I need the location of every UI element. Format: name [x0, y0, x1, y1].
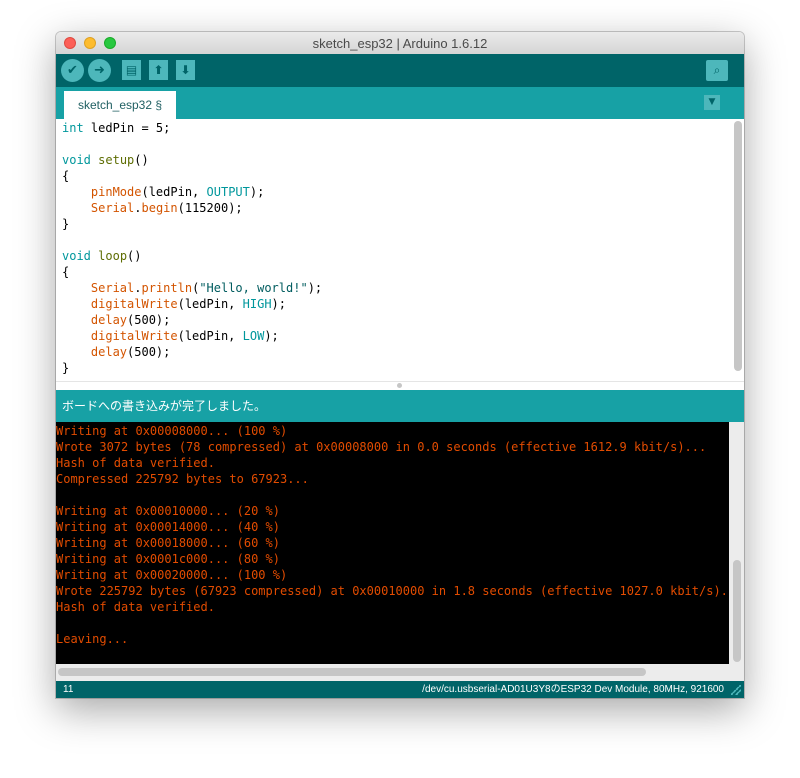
open-sketch-button[interactable]: ⬆ [149, 60, 168, 80]
console-line: Writing at 0x00014000... (40 %) [56, 520, 280, 534]
checkmark-icon: ✔ [67, 63, 78, 78]
code-line: { [62, 265, 70, 279]
arduino-window: sketch_esp32 | Arduino 1.6.12 ✔ ➜ ▤ ⬆ ⬇ … [56, 32, 744, 698]
console-horizontal-scrollbar[interactable] [58, 668, 646, 676]
console-line: Wrote 3072 bytes (78 compressed) at 0x00… [56, 440, 707, 454]
verify-button[interactable]: ✔ [61, 59, 84, 82]
footer-bar: 11 /dev/cu.usbserial-AD01U3Y8のESP32 Dev … [56, 681, 744, 698]
arrow-up-icon: ⬆ [153, 63, 164, 77]
document-icon: ▤ [125, 63, 138, 77]
title-bar: sketch_esp32 | Arduino 1.6.12 [56, 32, 744, 55]
code-line: Serial.println("Hello, world!"); [90, 281, 323, 295]
console-line: Writing at 0x00018000... (60 %) [56, 536, 280, 550]
arrow-right-icon: ➜ [94, 63, 105, 78]
arrow-down-icon: ⬇ [180, 63, 191, 77]
toolbar: ✔ ➜ ▤ ⬆ ⬇ ⌕ [56, 54, 744, 87]
code-line: pinMode(ledPin, OUTPUT); [90, 185, 265, 199]
code-line: void loop() [62, 249, 142, 263]
code-line: Serial.begin(115200); [90, 201, 243, 215]
line-number: 11 [63, 684, 74, 695]
console-text: Writing at 0x00008000... (100 %) Wrote 30… [56, 423, 742, 647]
console-line: Writing at 0x0001c000... (80 %) [56, 552, 280, 566]
tab-menu-button[interactable]: ▼ [704, 95, 720, 110]
resize-grip-icon[interactable] [731, 685, 741, 695]
board-info: /dev/cu.usbserial-AD01U3Y8のESP32 Dev Mod… [422, 684, 724, 695]
magnifier-icon: ⌕ [713, 63, 721, 77]
code-text[interactable]: int ledPin = 5; void setup() { pinMode(le… [62, 120, 322, 376]
console-line: Leaving... [56, 632, 129, 646]
code-line: void setup() [62, 153, 149, 167]
code-line: delay(500); [90, 345, 171, 359]
console-output: Writing at 0x00008000... (100 %) Wrote 30… [56, 422, 744, 666]
save-sketch-button[interactable]: ⬇ [176, 60, 195, 80]
code-editor[interactable]: int ledPin = 5; void setup() { pinMode(le… [56, 119, 744, 381]
code-line: delay(500); [90, 313, 171, 327]
console-line: Writing at 0x00020000... (100 %) [56, 568, 288, 582]
code-line: digitalWrite(ledPin, HIGH); [90, 297, 286, 311]
editor-scrollbar[interactable] [734, 121, 742, 371]
code-line: } [62, 361, 70, 375]
status-message: ボードへの書き込みが完了しました。 [56, 390, 744, 422]
upload-button[interactable]: ➜ [88, 59, 111, 82]
tab-bar: sketch_esp32 § ▼ [56, 87, 744, 119]
console-line: Writing at 0x00010000... (20 %) [56, 504, 280, 518]
new-sketch-button[interactable]: ▤ [122, 60, 141, 80]
serial-monitor-button[interactable]: ⌕ [706, 60, 728, 81]
console-line: Hash of data verified. [56, 600, 215, 614]
triangle-down-icon: ▼ [708, 97, 716, 107]
tab-sketch-esp32[interactable]: sketch_esp32 § [64, 91, 176, 119]
console-line: Hash of data verified. [56, 456, 215, 470]
console-vertical-scroll-track[interactable] [729, 422, 744, 666]
code-line: int ledPin = 5; [62, 121, 171, 135]
console-line: Compressed 225792 bytes to 67923... [56, 472, 309, 486]
console-vertical-scrollbar[interactable] [733, 560, 741, 662]
console-line: Writing at 0x00008000... (100 %) [56, 424, 288, 438]
code-line: { [62, 169, 70, 183]
code-line: } [62, 217, 70, 231]
console-horizontal-scroll-track[interactable] [56, 664, 744, 681]
window-title: sketch_esp32 | Arduino 1.6.12 [312, 36, 488, 51]
code-line: digitalWrite(ledPin, LOW); [90, 329, 279, 343]
console-line: Wrote 225792 bytes (67923 compressed) at… [56, 584, 743, 598]
splitter-handle[interactable] [397, 383, 402, 388]
